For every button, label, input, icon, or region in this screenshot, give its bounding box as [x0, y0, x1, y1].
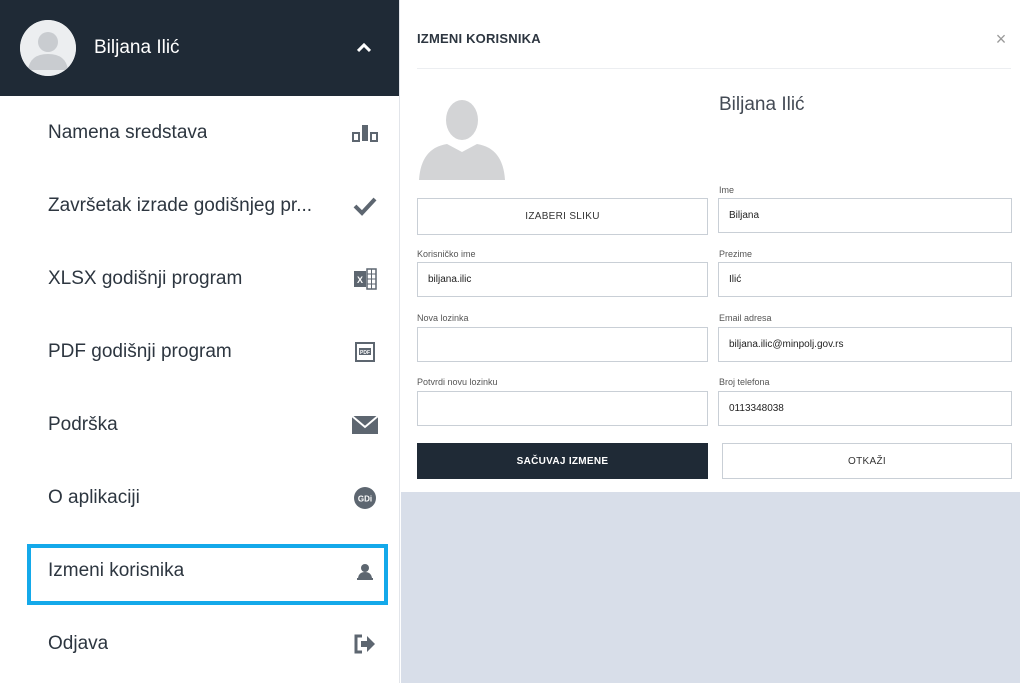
last-name-field[interactable]: Ilić — [718, 262, 1012, 297]
user-icon — [351, 557, 379, 585]
menu-item-o-aplikaciji[interactable]: O aplikaciji GDi — [0, 461, 399, 534]
menu-item-zavrsetak[interactable]: Završetak izrade godišnjeg pr... — [0, 169, 399, 242]
user-name: Biljana Ilić — [94, 37, 180, 58]
phone-label: Broj telefona — [719, 377, 770, 387]
email-label: Email adresa — [719, 313, 772, 323]
menu-item-xlsx[interactable]: XLSX godišnji program X — [0, 242, 399, 315]
chevron-up-icon[interactable] — [353, 37, 375, 59]
sidebar-menu: Namena sredstava Završetak izrade godišn… — [0, 96, 399, 680]
menu-item-izmeni-korisnika[interactable]: Izmeni korisnika — [0, 534, 399, 607]
cancel-button[interactable]: OTKAŽI — [722, 443, 1012, 479]
confirm-password-field[interactable] — [417, 391, 708, 426]
svg-text:X: X — [357, 275, 363, 285]
profile-photo-placeholder — [417, 96, 507, 180]
sidebar: Biljana Ilić Namena sredstava Završetak … — [0, 0, 400, 683]
svg-text:GDi: GDi — [358, 494, 372, 503]
user-menu-header[interactable]: Biljana Ilić — [0, 0, 399, 96]
username-label: Korisničko ime — [417, 249, 476, 259]
menu-item-label: Namena sredstava — [48, 121, 208, 143]
gdi-logo-icon: GDi — [351, 484, 379, 512]
new-password-field[interactable] — [417, 327, 708, 362]
edit-user-modal: IZMENI KORISNIKA × Biljana Ilić IZABERI … — [401, 0, 1020, 492]
close-icon[interactable]: × — [991, 30, 1011, 50]
svg-text:PDF: PDF — [360, 350, 370, 356]
excel-icon: X — [351, 265, 379, 293]
menu-item-label: O aplikaciji — [48, 486, 140, 508]
email-field[interactable]: biljana.ilic@minpolj.gov.rs — [718, 327, 1012, 362]
modal-title: IZMENI KORISNIKA — [417, 31, 541, 46]
envelope-icon — [351, 411, 379, 439]
pdf-icon: PDF — [351, 338, 379, 366]
phone-field[interactable]: 0113348038 — [718, 391, 1012, 426]
choose-image-button[interactable]: IZABERI SLIKU — [417, 198, 708, 235]
menu-item-label: Završetak izrade godišnjeg pr... — [48, 194, 313, 216]
menu-item-label: XLSX godišnji program — [48, 267, 243, 289]
username-field[interactable]: biljana.ilic — [417, 262, 708, 297]
menu-item-label: Izmeni korisnika — [48, 559, 185, 581]
menu-item-label: PDF godišnji program — [48, 340, 232, 362]
menu-item-label: Odjava — [48, 632, 109, 654]
confirm-password-label: Potvrdi novu lozinku — [417, 377, 498, 387]
new-password-label: Nova lozinka — [417, 313, 469, 323]
sign-out-icon — [351, 630, 379, 658]
first-name-field[interactable]: Biljana — [718, 198, 1012, 233]
menu-item-namena-sredstava[interactable]: Namena sredstava — [0, 96, 399, 169]
menu-item-odjava[interactable]: Odjava — [0, 607, 399, 680]
menu-item-label: Podrška — [48, 413, 118, 435]
full-name-heading: Biljana Ilić — [719, 94, 805, 115]
divider — [417, 68, 1011, 69]
bar-chart-icon — [351, 119, 379, 147]
first-name-label: Ime — [719, 185, 735, 195]
menu-item-podrska[interactable]: Podrška — [0, 388, 399, 461]
check-icon — [351, 192, 379, 220]
menu-item-pdf[interactable]: PDF godišnji program PDF — [0, 315, 399, 388]
last-name-label: Prezime — [719, 249, 753, 259]
save-button[interactable]: SAČUVAJ IZMENE — [417, 443, 708, 479]
avatar — [20, 20, 76, 76]
